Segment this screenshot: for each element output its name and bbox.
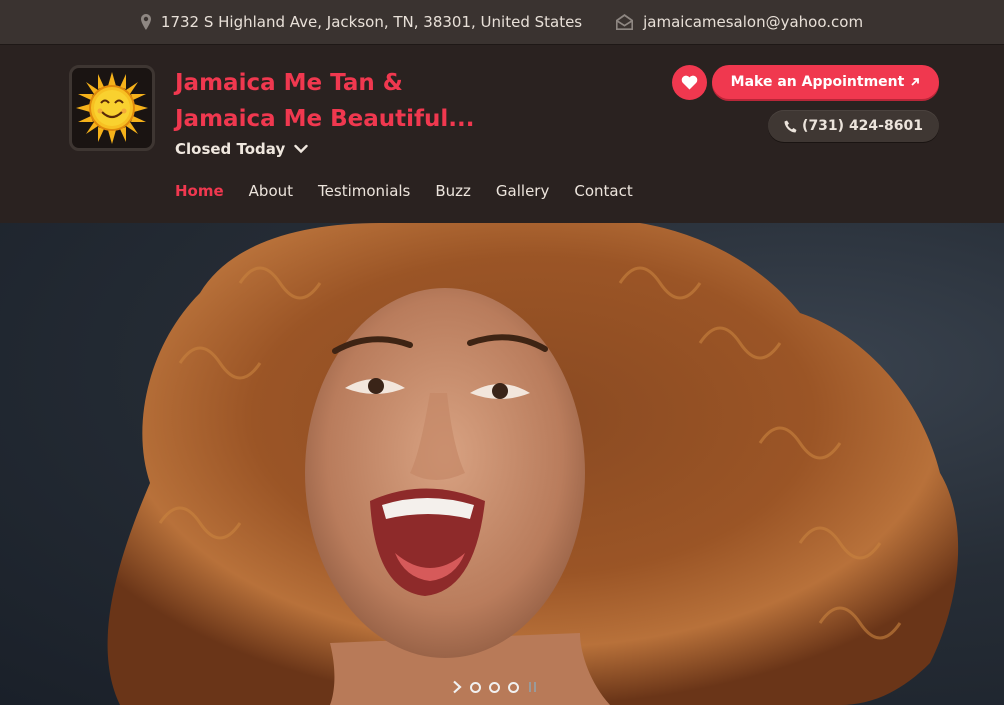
email-link[interactable]: jamaicamesalon@yahoo.com bbox=[643, 13, 863, 31]
hero-slider[interactable] bbox=[0, 223, 1004, 705]
hours-status: Closed Today bbox=[175, 140, 286, 158]
main-nav: Home About Testimonials Buzz Gallery Con… bbox=[175, 182, 658, 200]
external-arrow-icon bbox=[911, 78, 920, 86]
chevron-down-icon bbox=[294, 144, 308, 154]
phone-number: (731) 424-8601 bbox=[802, 118, 923, 134]
nav-buzz[interactable]: Buzz bbox=[435, 182, 471, 200]
pause-icon[interactable] bbox=[527, 681, 539, 693]
slider-dot[interactable] bbox=[470, 681, 481, 693]
map-pin-icon bbox=[140, 14, 151, 30]
heart-icon bbox=[681, 75, 698, 90]
sun-logo[interactable] bbox=[69, 65, 155, 151]
slider-dot[interactable] bbox=[508, 681, 519, 693]
site-title-line2: Jamaica Me Beautiful... bbox=[175, 106, 475, 132]
email-item[interactable]: jamaicamesalon@yahoo.com bbox=[616, 13, 863, 31]
address-item[interactable]: 1732 S Highland Ave, Jackson, TN, 38301,… bbox=[140, 13, 583, 31]
appointment-label: Make an Appointment bbox=[730, 74, 905, 90]
top-contact-bar: 1732 S Highland Ave, Jackson, TN, 38301,… bbox=[0, 0, 1004, 45]
phone-button[interactable]: (731) 424-8601 bbox=[768, 110, 939, 142]
envelope-open-icon bbox=[616, 14, 634, 30]
favorite-button[interactable] bbox=[672, 65, 707, 100]
address-text: 1732 S Highland Ave, Jackson, TN, 38301,… bbox=[160, 13, 583, 31]
site-title[interactable]: Jamaica Me Tan & Jamaica Me Beautiful... bbox=[175, 65, 495, 137]
slider-controls bbox=[452, 680, 539, 694]
slider-dot[interactable] bbox=[489, 681, 500, 693]
hours-dropdown[interactable]: Closed Today bbox=[175, 140, 308, 158]
nav-about[interactable]: About bbox=[249, 182, 293, 200]
make-appointment-button[interactable]: Make an Appointment bbox=[712, 65, 939, 99]
hero-image bbox=[107, 223, 959, 705]
next-arrow-icon[interactable] bbox=[452, 680, 462, 694]
nav-gallery[interactable]: Gallery bbox=[496, 182, 549, 200]
site-title-line1: Jamaica Me Tan & bbox=[175, 70, 403, 96]
phone-icon bbox=[784, 120, 797, 132]
nav-contact[interactable]: Contact bbox=[574, 182, 632, 200]
smiling-sun-icon bbox=[76, 72, 148, 144]
nav-testimonials[interactable]: Testimonials bbox=[318, 182, 410, 200]
nav-home[interactable]: Home bbox=[175, 182, 224, 200]
